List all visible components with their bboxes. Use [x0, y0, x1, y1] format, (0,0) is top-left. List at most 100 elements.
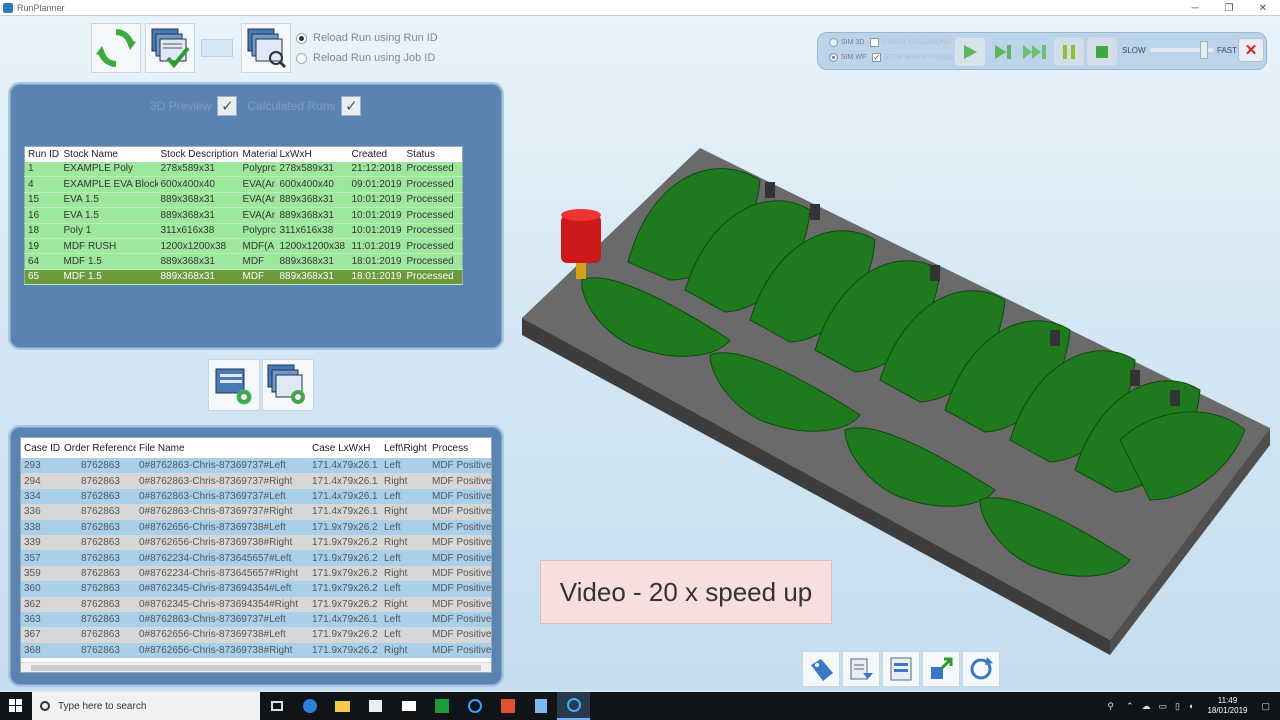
radio-job-id[interactable]	[296, 52, 307, 64]
maximize-button[interactable]: ❐	[1212, 0, 1246, 16]
app-notes[interactable]	[524, 692, 557, 720]
runs-column-header[interactable]: Stock Name	[60, 146, 158, 162]
run-row[interactable]: 19 MDF RUSH 1200x1200x38 MDF(A 1200x1200x38 1…	[24, 238, 463, 255]
runs-column-header[interactable]: Created	[348, 146, 404, 162]
calculated-runs-checkbox[interactable]: ✓	[341, 96, 362, 116]
case-row[interactable]: 334 8762863 0#8762863-Chris-87369737#Left 1…	[21, 488, 491, 505]
stop-button[interactable]	[1087, 38, 1117, 66]
case-row[interactable]: 362 8762863 0#8762345-Chris-873694354#Righ…	[21, 596, 491, 612]
case-row[interactable]: 293 8762863 0#8762863-Chris-87369737#Left 1…	[21, 458, 491, 474]
close-simulation-button[interactable]: ✕	[1238, 38, 1264, 62]
run-row[interactable]: 15 EVA 1.5 889x368x31 EVA(Ar 889x368x31 10:01…	[24, 192, 463, 209]
preview-checkbox[interactable]: ✓	[217, 96, 238, 116]
app-green[interactable]	[425, 692, 458, 720]
step-button[interactable]	[988, 38, 1018, 66]
close-window-button[interactable]: ✕	[1246, 0, 1280, 16]
fit-view-button[interactable]	[922, 651, 960, 687]
taskbar-search[interactable]: Type here to search	[32, 692, 260, 720]
load-runs-button[interactable]	[145, 23, 195, 73]
run-row[interactable]: 64 MDF 1.5 889x368x31 MDF 889x368x31 18:01:20…	[24, 253, 463, 270]
folder-icon	[335, 700, 350, 712]
run-cell: 889x368x31	[157, 253, 240, 270]
runs-column-header[interactable]: Material	[239, 146, 277, 162]
cases-column-header[interactable]: File Name	[136, 438, 309, 458]
case-cell: MDF Positive	[429, 565, 491, 582]
stop-when-found-checkbox[interactable]: ✓	[872, 53, 882, 62]
search-placeholder: Type here to search	[58, 700, 147, 712]
generate-button[interactable]	[208, 359, 260, 411]
refresh-button[interactable]	[91, 23, 141, 73]
mail-app[interactable]	[392, 692, 425, 720]
run-row[interactable]: 16 EVA 1.5 889x368x31 EVA(Ar 889x368x31 10:01…	[24, 207, 463, 224]
pause-button[interactable]	[1054, 38, 1084, 66]
minimize-button[interactable]: ─	[1178, 0, 1212, 16]
runs-column-header[interactable]: Stock Description	[157, 146, 240, 162]
case-row[interactable]: 336 8762863 0#8762863-Chris-87369737#Right…	[21, 504, 491, 520]
case-row[interactable]: 367 8762863 0#8762656-Chris-87369738#Left 1…	[21, 627, 491, 643]
case-row[interactable]: 363 8762863 0#8762863-Chris-87369737#Left 1…	[21, 611, 491, 628]
scrollbar-thumb[interactable]	[31, 665, 481, 671]
reset-view-button[interactable]	[962, 651, 1000, 687]
sim-wf-option[interactable]: SIM WF ✓ STOP WHEN FOUND	[829, 53, 953, 62]
runplanner-app[interactable]	[557, 692, 590, 720]
run-id-input[interactable]	[201, 39, 233, 57]
runs-column-header[interactable]: Status	[403, 146, 463, 162]
generate-all-button[interactable]	[262, 359, 314, 411]
case-row[interactable]: 338 8762863 0#8762656-Chris-87369738#Left 1…	[21, 519, 491, 535]
cases-column-header[interactable]: Process	[429, 438, 491, 458]
cases-horizontal-scrollbar[interactable]	[21, 662, 491, 672]
store-app[interactable]	[359, 692, 392, 720]
volume-icon[interactable]: ◖	[1188, 701, 1193, 711]
case-row[interactable]: 339 8762863 0#8762656-Chris-87369738#Right…	[21, 534, 491, 551]
sim-3d-option[interactable]: SIM 3D CHECK COLLISIONS	[829, 38, 951, 47]
check-collisions-checkbox[interactable]	[870, 38, 880, 47]
reload-by-run-option[interactable]: Reload Run using Run ID	[296, 32, 438, 44]
report-button[interactable]	[882, 651, 920, 687]
notifications-icon[interactable]: ▢	[1261, 701, 1270, 712]
measure-tool-button[interactable]	[802, 651, 840, 687]
network-icon[interactable]: ▭	[1159, 701, 1168, 712]
search-icon	[40, 701, 50, 711]
onedrive-icon[interactable]: ☁	[1142, 701, 1151, 712]
cases-column-header[interactable]: Left\Right	[381, 438, 429, 458]
battery-icon[interactable]: ▯	[1175, 701, 1180, 712]
slow-label: SLOW	[1122, 46, 1146, 55]
app-red[interactable]	[491, 692, 524, 720]
clock[interactable]: 11:49 18/01/2019	[1207, 696, 1247, 716]
file-explorer-app[interactable]	[326, 692, 359, 720]
fast-forward-button[interactable]	[1021, 38, 1051, 66]
run-cell: 889x368x31	[276, 269, 349, 286]
stop-icon	[1096, 46, 1108, 58]
cases-column-header[interactable]: Order Reference	[61, 438, 136, 458]
app-blue[interactable]	[458, 692, 491, 720]
edge-app[interactable]	[293, 692, 326, 720]
case-cell: 0#8762234-Chris-873645657#Left	[136, 550, 309, 566]
sim-3d-radio[interactable]	[829, 38, 838, 47]
runs-column-header[interactable]: LxWxH	[276, 146, 349, 162]
case-cell: 339	[21, 534, 61, 551]
search-runs-button[interactable]	[241, 23, 291, 73]
play-button[interactable]	[955, 38, 985, 66]
case-row[interactable]: 368 8762863 0#8762656-Chris-87369738#Right…	[21, 642, 491, 659]
task-view-button[interactable]	[260, 692, 293, 720]
reload-by-job-option[interactable]: Reload Run using Job ID	[296, 52, 435, 64]
run-row[interactable]: 4 EXAMPLE EVA Block 600x400x40 EVA(Ar 600x40…	[24, 176, 463, 193]
cases-column-header[interactable]: Case LxWxH	[309, 438, 381, 458]
start-button[interactable]	[0, 692, 32, 720]
case-row[interactable]: 359 8762863 0#8762234-Chris-873645657#Righ…	[21, 565, 491, 582]
case-row[interactable]: 294 8762863 0#8762863-Chris-87369737#Right…	[21, 473, 491, 489]
run-row[interactable]: 65 MDF 1.5 889x368x31 MDF 889x368x31 18:01:20…	[24, 269, 463, 286]
speed-slider-knob[interactable]	[1200, 41, 1208, 59]
run-cell: EXAMPLE EVA Block	[60, 176, 158, 193]
radio-run-id[interactable]	[296, 32, 307, 44]
sim-wf-radio[interactable]	[829, 53, 838, 62]
case-row[interactable]: 357 8762863 0#8762234-Chris-873645657#Left…	[21, 550, 491, 566]
people-icon[interactable]: ⚲	[1107, 701, 1114, 712]
runs-column-header[interactable]: Run ID	[24, 146, 61, 162]
export-button[interactable]	[842, 651, 880, 687]
run-row[interactable]: 18 Poly 1 311x616x38 Polyprc 311x616x38 10:01…	[24, 223, 463, 239]
case-row[interactable]: 360 8762863 0#8762345-Chris-873694354#Left…	[21, 581, 491, 597]
cases-column-header[interactable]: Case ID	[21, 438, 61, 458]
tray-chevron-icon[interactable]: ⌃	[1126, 701, 1134, 712]
run-row[interactable]: 1 EXAMPLE Poly 278x589x31 Polyprc 278x589x31…	[24, 161, 463, 178]
